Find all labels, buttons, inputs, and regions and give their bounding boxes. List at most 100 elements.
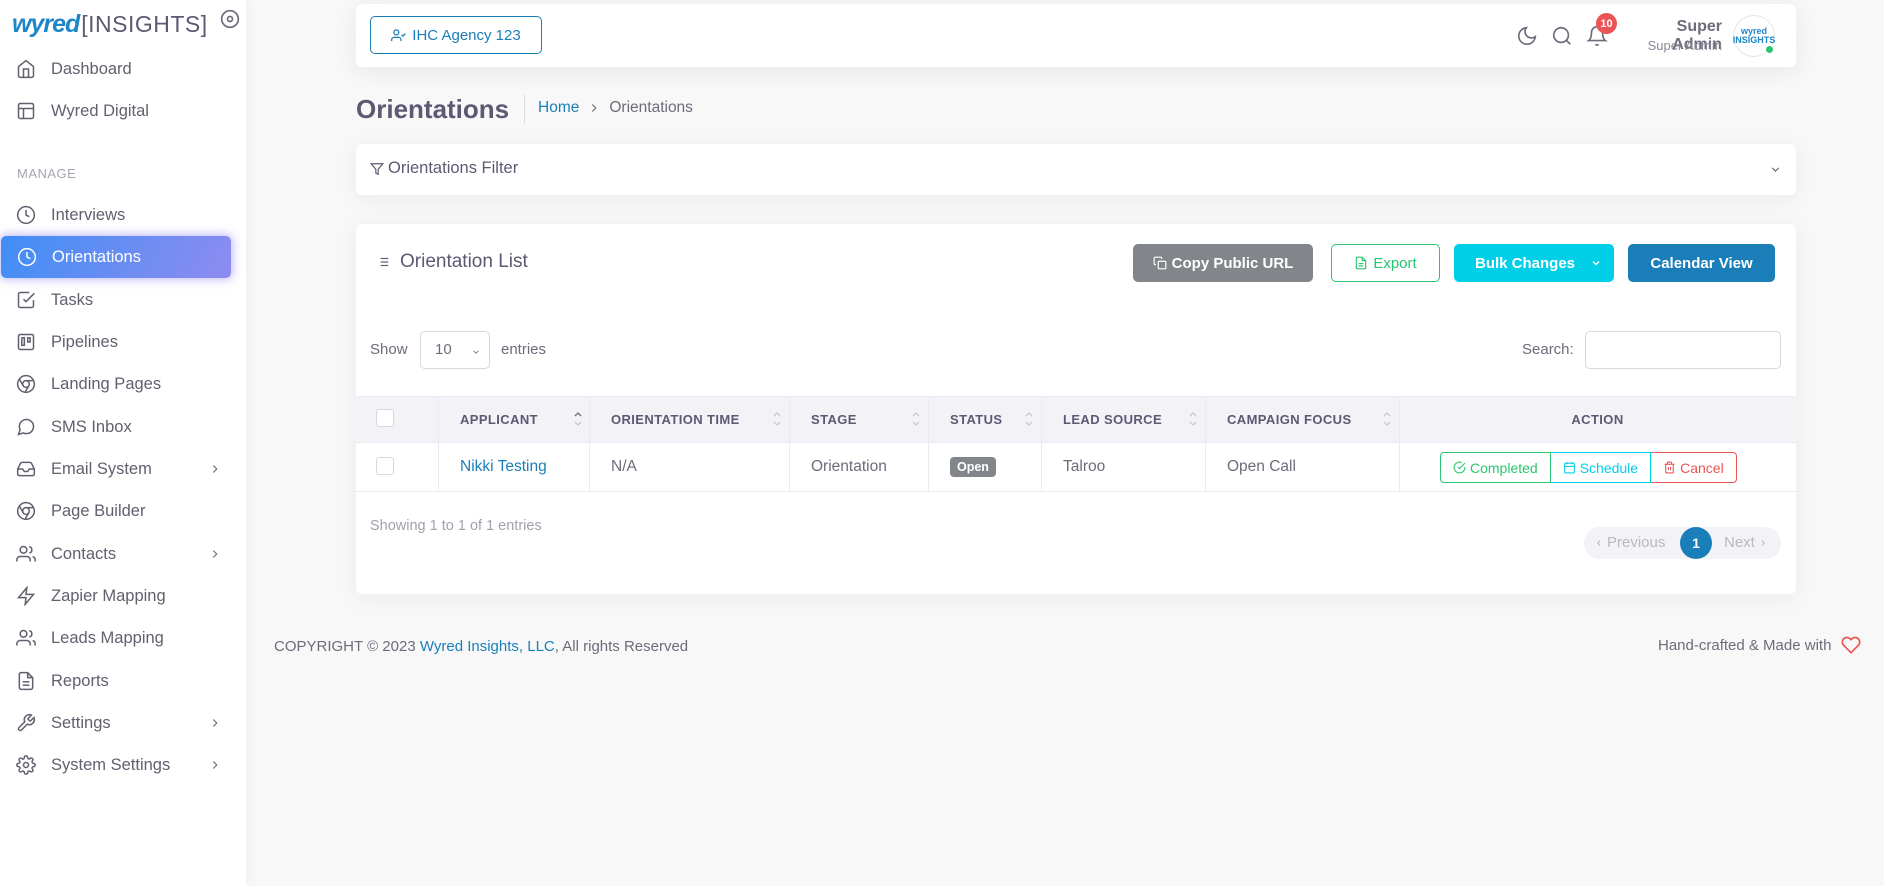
column-divider: [589, 443, 590, 491]
column-header-stage[interactable]: STAGE: [811, 397, 857, 442]
copy-public-url-button[interactable]: Copy Public URL: [1133, 244, 1313, 282]
column-divider: [928, 397, 929, 442]
sidebar-item-label: Orientations: [52, 247, 141, 266]
sidebar-item-landing-pages[interactable]: Landing Pages: [0, 363, 232, 405]
sidebar-item-dashboard[interactable]: Dashboard: [0, 48, 232, 90]
sort-icon[interactable]: [1024, 407, 1034, 431]
pagination-previous[interactable]: Previous: [1594, 534, 1665, 551]
filter-icon: [370, 162, 384, 175]
orientation-list-card: Orientation List Copy Public URL Export …: [356, 224, 1796, 594]
column-divider: [928, 443, 929, 491]
sort-icon[interactable]: [1382, 407, 1392, 431]
column-header-action: ACTION: [1571, 412, 1624, 427]
completed-label: Completed: [1470, 459, 1538, 476]
column-divider: [1399, 443, 1400, 491]
schedule-label: Schedule: [1579, 459, 1639, 476]
schedule-button[interactable]: Schedule: [1550, 452, 1652, 483]
sidebar-item-label: Pipelines: [51, 332, 118, 351]
sidebar-item-label: Interviews: [51, 205, 126, 224]
completed-button[interactable]: Completed: [1440, 452, 1551, 483]
sort-icon[interactable]: [772, 407, 782, 431]
filter-header[interactable]: Orientations Filter: [370, 159, 518, 178]
top-navbar: IHC Agency 123 10 Super Admin Super Admi…: [356, 4, 1796, 67]
brand-name: wyred: [12, 9, 80, 38]
lead-source-cell: Talroo: [1063, 458, 1106, 475]
sidebar-item-contacts[interactable]: Contacts: [0, 533, 232, 575]
sort-asc-icon[interactable]: [573, 407, 583, 431]
copy-icon: [1153, 256, 1167, 270]
sidebar-item-interviews[interactable]: Interviews: [0, 194, 232, 236]
sort-icon[interactable]: [1188, 407, 1198, 431]
sidebar-item-page-builder[interactable]: Page Builder: [0, 490, 232, 532]
sidebar-item-wyred-digital[interactable]: Wyred Digital: [0, 90, 232, 132]
sidebar-item-zapier-mapping[interactable]: Zapier Mapping: [0, 575, 232, 617]
sidebar-item-system-settings[interactable]: System Settings: [0, 744, 232, 786]
chevron-down-icon[interactable]: [1769, 163, 1782, 176]
tool-icon: [17, 713, 36, 732]
sidebar-item-leads-mapping[interactable]: Leads Mapping: [0, 617, 232, 659]
agency-label: IHC Agency 123: [412, 26, 521, 44]
entries-label: entries: [501, 341, 547, 358]
export-button[interactable]: Export: [1331, 244, 1440, 282]
online-status-dot: [1764, 44, 1775, 55]
sidebar-item-settings[interactable]: Settings: [0, 702, 232, 744]
moon-icon[interactable]: [1516, 25, 1538, 47]
cancel-button[interactable]: Cancel: [1651, 452, 1737, 483]
sidebar-item-orientations[interactable]: Orientations: [1, 236, 231, 278]
chevron-right-icon: [212, 761, 218, 769]
column-header-campaign-focus[interactable]: CAMPAIGN FOCUS: [1227, 397, 1352, 442]
sidebar-toggle-icon[interactable]: [220, 9, 240, 29]
sidebar-item-email-system[interactable]: Email System: [0, 448, 232, 490]
sidebar-item-label: Wyred Digital: [51, 101, 149, 120]
pagination-next[interactable]: Next: [1724, 534, 1768, 551]
chevron-down-icon: [1592, 260, 1600, 266]
row-checkbox[interactable]: [376, 457, 394, 475]
table-row: Nikki Testing N/A Orientation Open Talro…: [356, 443, 1796, 492]
sort-icon[interactable]: [911, 407, 921, 431]
sidebar-item-label: System Settings: [51, 755, 171, 774]
sidebar-item-label: Reports: [51, 671, 109, 690]
search-icon[interactable]: [1551, 25, 1573, 47]
applicant-link[interactable]: Nikki Testing: [460, 458, 547, 476]
row-action-group: Completed Schedule Cancel: [1440, 452, 1737, 483]
column-divider: [1205, 443, 1206, 491]
column-header-status[interactable]: STATUS: [950, 397, 1002, 442]
column-divider: [1041, 397, 1042, 442]
brand-logo[interactable]: wyred [INSIGHTS]: [12, 8, 208, 40]
status-badge: Open: [950, 457, 996, 477]
chevron-right-icon: [212, 465, 218, 473]
chrome-icon: [16, 374, 36, 394]
settings-icon: [16, 755, 36, 775]
file-icon: [1356, 256, 1367, 270]
sidebar-item-label: Settings: [51, 713, 111, 732]
column-header-orientation-time[interactable]: ORIENTATION TIME: [611, 397, 740, 442]
breadcrumb-home-link[interactable]: Home: [538, 99, 579, 117]
sidebar-item-tasks[interactable]: Tasks: [0, 279, 232, 321]
breadcrumb: Home Orientations: [538, 99, 693, 117]
agency-switch-button[interactable]: IHC Agency 123: [370, 16, 542, 54]
check-square-icon: [17, 291, 35, 309]
brand-suffix: [INSIGHTS]: [81, 10, 208, 37]
bulk-changes-dropdown[interactable]: Bulk Changes: [1454, 244, 1614, 282]
table-search-input[interactable]: [1585, 331, 1781, 369]
sidebar-item-label: Tasks: [51, 290, 94, 309]
company-link[interactable]: Wyred Insights, LLC: [420, 638, 555, 655]
pagination: Previous 1 Next: [1584, 527, 1781, 559]
sidebar: wyred [INSIGHTS] Dashboard Wyred Digital…: [0, 0, 246, 886]
column-header-lead-source[interactable]: LEAD SOURCE: [1063, 397, 1162, 442]
filter-card[interactable]: Orientations Filter: [356, 144, 1796, 195]
select-all-checkbox[interactable]: [376, 409, 394, 427]
sidebar-item-reports[interactable]: Reports: [0, 660, 232, 702]
pagination-page[interactable]: 1: [1680, 527, 1712, 559]
footer-made-with: Hand-crafted & Made with: [1658, 635, 1861, 655]
table-header: APPLICANT ORIENTATION TIME STAGE STATUS …: [356, 396, 1796, 443]
sidebar-item-pipelines[interactable]: Pipelines: [0, 321, 232, 363]
page-title: Orientations: [356, 94, 510, 124]
nav-section-header: MANAGE: [17, 166, 77, 181]
column-header-applicant[interactable]: APPLICANT: [460, 397, 538, 442]
calendar-view-button[interactable]: Calendar View: [1628, 244, 1775, 282]
sidebar-item-sms-inbox[interactable]: SMS Inbox: [0, 406, 232, 448]
campaign-focus-cell: Open Call: [1227, 458, 1296, 475]
sidebar-item-label: Email System: [51, 459, 152, 478]
entries-per-page-select[interactable]: 10: [420, 331, 490, 369]
